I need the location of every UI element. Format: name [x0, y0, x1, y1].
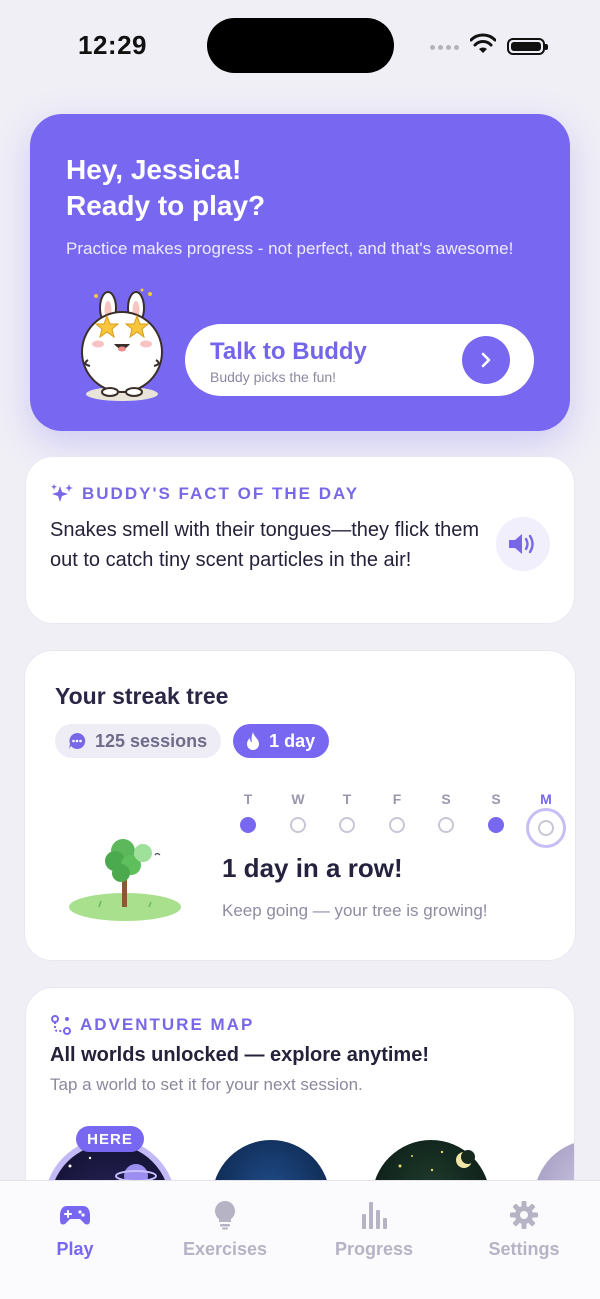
streak-tree-card: Your streak tree 125 sessions 1 day T W …	[24, 650, 576, 961]
today-ring	[526, 808, 566, 848]
buddy-mascot-icon	[81, 288, 163, 401]
day-letter: T	[243, 791, 253, 807]
adventure-subtitle: Tap a world to set it for your next sess…	[50, 1075, 363, 1094]
day-dot	[339, 817, 355, 833]
day-wed: W	[285, 791, 311, 833]
bottom-tab-bar: Play Exercises Progress Settings	[0, 1180, 600, 1299]
day-letter: T	[342, 791, 352, 807]
route-icon	[51, 1015, 71, 1035]
talk-to-buddy-button[interactable]: Talk to Buddy Buddy picks the fun!	[185, 324, 534, 396]
hero-card: Hey, Jessica! Ready to play? Practice ma…	[30, 114, 570, 431]
chat-bubble-icon	[69, 732, 86, 749]
hero-greeting: Hey, Jessica! Ready to play?	[66, 152, 534, 224]
wifi-icon	[470, 33, 496, 53]
day-dot	[389, 817, 405, 833]
day-thu: T	[334, 791, 360, 833]
day-sat: S	[433, 791, 459, 833]
speaker-icon	[509, 534, 534, 554]
fact-text: Snakes smell with their tongues—they fli…	[50, 519, 480, 571]
streak-title: Your streak tree	[55, 683, 229, 709]
sparkles-icon	[51, 484, 73, 502]
cellular-signal-icon	[430, 45, 459, 50]
flame-icon	[247, 732, 260, 750]
gear-icon	[510, 1201, 538, 1229]
adventure-header: ADVENTURE MAP	[50, 1014, 550, 1036]
tab-exercises[interactable]: Exercises	[165, 1199, 285, 1260]
speaker-button[interactable]	[496, 517, 550, 571]
status-time: 12:29	[78, 30, 147, 60]
hero-subtitle: Practice makes progress - not perfect, a…	[66, 239, 514, 258]
greeting-line-1: Hey, Jessica!	[66, 154, 242, 185]
streak-headline: 1 day in a row!	[222, 853, 403, 883]
day-letter: W	[291, 791, 305, 807]
day-dot-done	[488, 817, 504, 833]
dynamic-island	[207, 18, 394, 73]
streak-message: Keep going — your tree is growing!	[222, 901, 488, 920]
gamepad-icon	[60, 1206, 90, 1225]
day-sun: S	[483, 791, 509, 833]
adventure-title: All worlds unlocked — explore anytime!	[50, 1044, 429, 1066]
streak-days: 1 day	[269, 730, 316, 751]
adventure-label: ADVENTURE MAP	[80, 1015, 255, 1034]
streak-tree-icon	[69, 839, 181, 921]
here-badge: HERE	[76, 1126, 144, 1152]
sessions-count: 125 sessions	[95, 730, 208, 751]
day-dot	[290, 817, 306, 833]
chevron-right-icon	[462, 336, 510, 384]
tab-settings[interactable]: Settings	[464, 1199, 584, 1260]
tab-play[interactable]: Play	[15, 1199, 135, 1260]
bar-chart-icon	[362, 1202, 387, 1229]
tab-play-label: Play	[56, 1239, 94, 1259]
status-bar: 12:29	[0, 0, 600, 90]
day-mon-today: M	[526, 791, 566, 848]
streak-days-chip: 1 day	[233, 724, 330, 758]
fact-label: BUDDY'S FACT OF THE DAY	[82, 484, 360, 503]
day-tue: T	[235, 791, 261, 833]
day-letter: F	[392, 791, 402, 807]
lightbulb-icon	[215, 1201, 235, 1230]
day-letter: S	[441, 791, 451, 807]
greeting-line-2: Ready to play?	[66, 190, 266, 221]
day-dot-done	[240, 817, 256, 833]
tab-settings-label: Settings	[488, 1239, 560, 1259]
tab-progress[interactable]: Progress	[314, 1199, 434, 1260]
sessions-chip: 125 sessions	[55, 724, 222, 758]
day-letter: S	[491, 791, 501, 807]
fact-of-the-day-card: BUDDY'S FACT OF THE DAY Snakes smell wit…	[25, 456, 575, 624]
tab-progress-label: Progress	[334, 1239, 414, 1259]
tab-exercises-label: Exercises	[182, 1239, 268, 1259]
fact-header: BUDDY'S FACT OF THE DAY	[50, 483, 550, 505]
day-dot	[438, 817, 454, 833]
day-fri: F	[384, 791, 410, 833]
battery-icon	[507, 38, 548, 55]
